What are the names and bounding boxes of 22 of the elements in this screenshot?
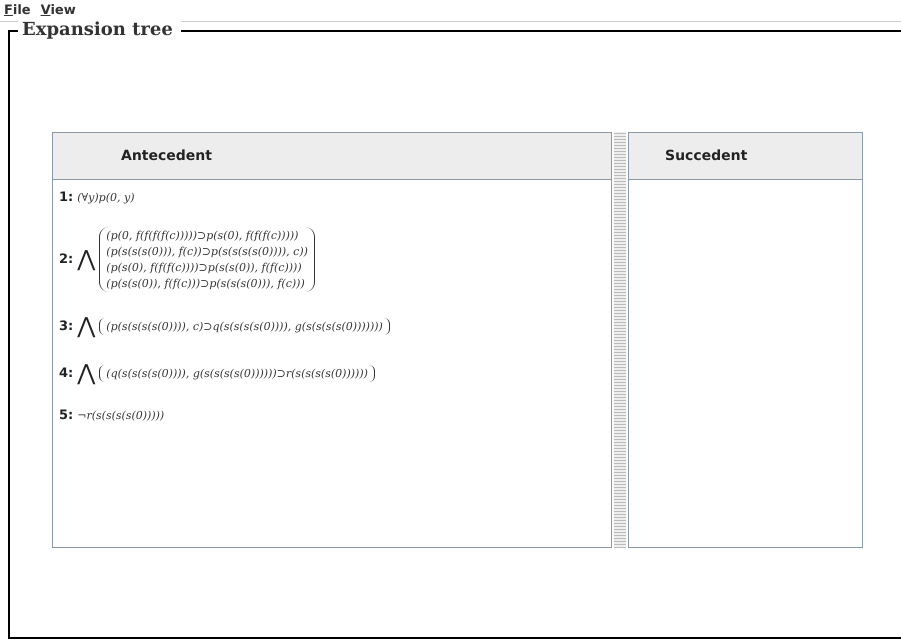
formula-number: 3: bbox=[59, 319, 74, 334]
formula: (p(s(s(s(s(0)))), c)⊃q(s(s(s(s(0)))), g(s(s(s(s(0))))))) bbox=[106, 320, 383, 333]
conjunction-symbol: ⋀ bbox=[77, 361, 96, 386]
split-handle[interactable] bbox=[614, 132, 626, 548]
formula-number: 5: bbox=[59, 408, 74, 423]
formula: (p(s(s(s(0))), f(c))⊃p(s(s(s(s(0)))), c)) bbox=[106, 245, 308, 258]
formula-number: 1: bbox=[59, 190, 74, 205]
column-header: Antecedent bbox=[53, 133, 611, 180]
column-header: Succedent bbox=[629, 133, 862, 180]
formula-number: 2: bbox=[59, 252, 74, 267]
formula: (p(s(s(0)), f(f(c)))⊃p(s(s(s(0))), f(c))) bbox=[106, 277, 306, 290]
formula: (p(s(0), f(f(f(c))))⊃p(s(s(0)), f(f(c)))) bbox=[106, 261, 303, 274]
menu-item[interactable]: View bbox=[40, 3, 76, 18]
conjunction-symbol: ⋀ bbox=[77, 314, 96, 339]
formula: (q(s(s(s(s(0)))), g(s(s(s(s(0))))))⊃r(s(s(s(s(0)))))) bbox=[106, 367, 368, 380]
menu-item[interactable]: File bbox=[4, 3, 31, 18]
formula: (∀y)p(0, y) bbox=[77, 191, 135, 204]
conjunction-symbol: ⋀ bbox=[77, 247, 96, 272]
formula: ¬r(s(s(s(s(0))))) bbox=[77, 409, 164, 422]
formula: (p(0, f(f(f(f(c)))))⊃p(s(0), f(f(f(c))))) bbox=[106, 229, 300, 242]
panel-title: Expansion tree bbox=[18, 19, 181, 40]
formula-number: 4: bbox=[59, 366, 74, 381]
